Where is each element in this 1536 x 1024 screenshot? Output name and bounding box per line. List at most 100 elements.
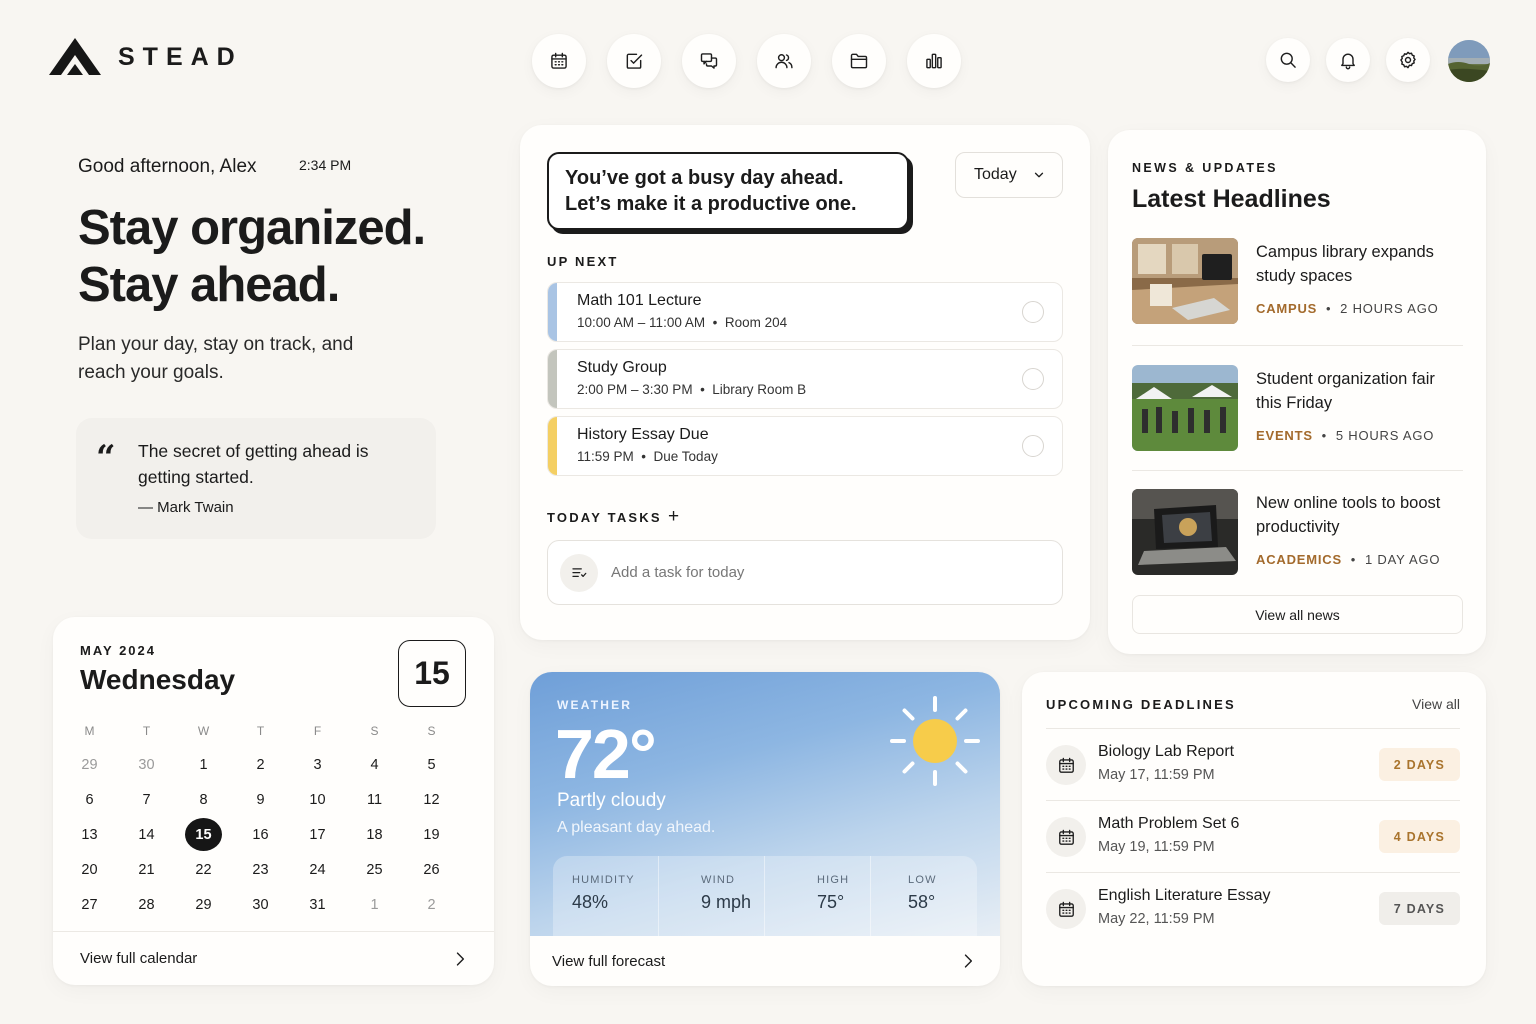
news-thumbnail-laptop [1132, 489, 1238, 575]
sun-icon [890, 696, 980, 786]
calendar-day[interactable]: 9 [232, 782, 289, 817]
event-item[interactable]: Math 101 Lecture 10:00 AM – 11:00 AM • R… [547, 282, 1063, 342]
calendar-day[interactable]: 7 [118, 782, 175, 817]
event-time: 2:00 PM – 3:30 PM [577, 382, 693, 397]
news-item[interactable]: Student organization fair this Friday EV… [1132, 365, 1463, 453]
weather-stat-label: HIGH [817, 874, 850, 886]
folder-icon [850, 53, 868, 69]
deadline-item[interactable]: Math Problem Set 6 May 19, 11:59 PM 4 DA… [1046, 800, 1460, 872]
view-all-news-button[interactable]: View all news [1132, 595, 1463, 634]
event-time: 10:00 AM – 11:00 AM [577, 315, 706, 330]
calendar-day[interactable]: 12 [403, 782, 460, 817]
range-dropdown[interactable]: Today [955, 152, 1063, 198]
calendar-day[interactable]: 26 [403, 853, 460, 888]
calendar-weekday-header: S [370, 724, 379, 738]
deadline-badge: 7 DAYS [1378, 892, 1460, 925]
calendar-day[interactable]: 21 [118, 853, 175, 888]
calendar-day[interactable]: 3 [289, 747, 346, 782]
calendar-day[interactable]: 31 [289, 888, 346, 923]
calendar-day[interactable]: 29 [175, 888, 232, 923]
calendar-day[interactable]: 30 [118, 747, 175, 782]
calendar-day[interactable]: 30 [232, 888, 289, 923]
calendar-day[interactable]: 24 [289, 853, 346, 888]
calendar-day[interactable]: 1 [346, 888, 403, 923]
event-complete-checkbox[interactable] [1022, 435, 1044, 457]
event-item[interactable]: Study Group 2:00 PM – 3:30 PM • Library … [547, 349, 1063, 409]
notifications-button[interactable] [1326, 38, 1370, 82]
event-title: Math 101 Lecture [577, 292, 702, 309]
calendar-day[interactable]: 17 [289, 817, 346, 852]
calendar-day-selected[interactable]: 15 [175, 817, 232, 852]
calendar-day[interactable]: 2 [232, 747, 289, 782]
deadline-item[interactable]: Biology Lab Report May 17, 11:59 PM 2 DA… [1046, 728, 1460, 800]
view-full-forecast-link[interactable]: View full forecast [530, 936, 1000, 986]
view-full-calendar-link[interactable]: View full calendar [53, 931, 494, 985]
calendar-weekday-header: T [142, 724, 151, 738]
calendar-weekday-header: F [313, 724, 322, 738]
calendar-day[interactable]: 5 [403, 747, 460, 782]
divider [1132, 345, 1463, 346]
calendar-day[interactable]: 23 [232, 853, 289, 888]
calendar-day[interactable]: 16 [232, 817, 289, 852]
calendar-icon [1046, 889, 1086, 929]
calendar-day[interactable]: 8 [175, 782, 232, 817]
calendar-day[interactable]: 11 [346, 782, 403, 817]
calendar-day[interactable]: 6 [61, 782, 118, 817]
settings-button[interactable] [1386, 38, 1430, 82]
calendar-day[interactable]: 27 [61, 888, 118, 923]
search-button[interactable] [1266, 38, 1310, 82]
deadline-item[interactable]: English Literature Essay May 22, 11:59 P… [1046, 872, 1460, 944]
calendar-day[interactable]: 20 [61, 853, 118, 888]
event-title: History Essay Due [577, 426, 709, 443]
news-item[interactable]: Campus library expands study spaces CAMP… [1132, 238, 1463, 326]
event-complete-checkbox[interactable] [1022, 301, 1044, 323]
search-icon [1280, 52, 1296, 68]
weather-stat-low: LOW 58° [871, 856, 977, 936]
brand-name: STEAD [118, 42, 243, 71]
calendar-day[interactable]: 22 [175, 853, 232, 888]
news-category: CAMPUS [1256, 301, 1318, 316]
nav-tasks-button[interactable] [607, 34, 661, 88]
calendar-day[interactable]: 1 [175, 747, 232, 782]
brand-logo[interactable]: STEAD [48, 37, 243, 77]
nav-calendar-button[interactable] [532, 34, 586, 88]
nav-files-button[interactable] [832, 34, 886, 88]
calendar-day[interactable]: 25 [346, 853, 403, 888]
news-card: NEWS & UPDATES Latest Headlines Campus l… [1108, 130, 1486, 654]
deadlines-view-all-link[interactable]: View all [1412, 696, 1460, 712]
nav-messages-button[interactable] [682, 34, 736, 88]
weather-label: WEATHER [557, 698, 633, 712]
news-meta: ACADEMICS • 1 DAY AGO [1256, 552, 1441, 567]
calendar-day[interactable]: 13 [61, 817, 118, 852]
weather-stats: HUMIDITY 48% WIND 9 mph HIGH 75° LOW 58° [553, 856, 977, 936]
calendar-day[interactable]: 18 [346, 817, 403, 852]
current-time: 2:34 PM [299, 157, 352, 173]
calendar-day[interactable]: 29 [61, 747, 118, 782]
calendar-day[interactable]: 14 [118, 817, 175, 852]
calendar-day[interactable]: 28 [118, 888, 175, 923]
event-color-bar [548, 417, 557, 475]
event-item[interactable]: History Essay Due 11:59 PM • Due Today [547, 416, 1063, 476]
calendar-day[interactable]: 19 [403, 817, 460, 852]
hero-title: Stay organized. Stay ahead. [78, 200, 426, 314]
weather-stat-high: HIGH 75° [765, 856, 871, 936]
news-headline: New online tools to boost productivity [1256, 494, 1441, 536]
weather-stat-value: 58° [908, 892, 936, 912]
news-meta: CAMPUS • 2 HOURS AGO [1256, 301, 1439, 316]
nav-people-button[interactable] [757, 34, 811, 88]
news-item[interactable]: New online tools to boost productivity A… [1132, 489, 1463, 577]
user-avatar[interactable] [1448, 40, 1490, 82]
nav-analytics-button[interactable] [907, 34, 961, 88]
add-task-button[interactable]: + [668, 506, 679, 528]
event-complete-checkbox[interactable] [1022, 368, 1044, 390]
busy-day-banner: You’ve got a busy day ahead. Let’s make … [547, 152, 909, 230]
calendar-day[interactable]: 4 [346, 747, 403, 782]
greeting-text: Good afternoon, Alex [78, 156, 257, 177]
news-category: ACADEMICS [1256, 552, 1342, 567]
event-meta: 10:00 AM – 11:00 AM • Room 204 [577, 315, 788, 330]
calendar-day[interactable]: 2 [403, 888, 460, 923]
calendar-card: MAY 2024 Wednesday 15 M T W T F S S 29 30 1 2 3 4 5 6 7… [53, 617, 494, 985]
calendar-day[interactable]: 10 [289, 782, 346, 817]
add-task-field[interactable]: Add a task for today [547, 540, 1063, 605]
weather-condition: Partly cloudy [557, 790, 666, 811]
